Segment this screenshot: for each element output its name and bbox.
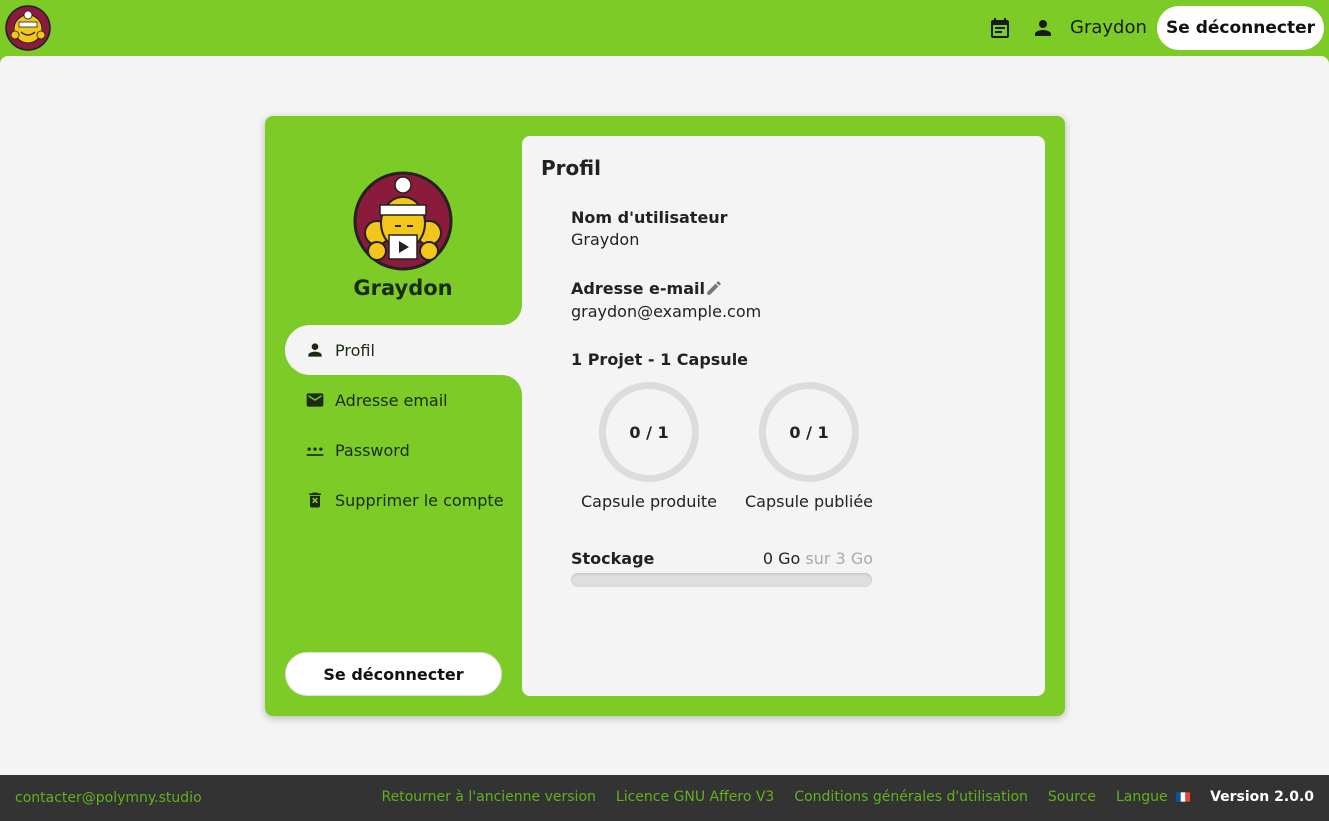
footer: contacter@polymny.studio Retourner à l'a…	[0, 775, 1329, 821]
storage-label: Stockage	[571, 549, 655, 568]
storage-used-value: 0 Go	[762, 549, 801, 568]
published-label: Capsule publiée	[744, 492, 873, 511]
storage-usage: 0 Go sur 3 Go	[763, 549, 873, 568]
username-value: Graydon	[571, 230, 640, 249]
french-flag-icon	[1176, 792, 1191, 802]
produced-progress-ring: 0 / 1	[599, 382, 699, 482]
top-bar: Graydon Se déconnecter	[0, 0, 1329, 56]
page-title: Profil	[541, 156, 601, 180]
polymny-logo-icon[interactable]	[5, 5, 51, 51]
email-value: graydon@example.com	[571, 302, 762, 321]
sidebar-item-label: Supprimer le compte	[335, 490, 504, 510]
footer-links: Retourner à l'ancienne version Licence G…	[382, 789, 1314, 805]
trash-icon	[305, 490, 325, 510]
sidebar-item-profil[interactable]: Profil	[285, 325, 522, 375]
edit-pencil-icon[interactable]	[705, 279, 723, 297]
sidebar-item-label: Profil	[335, 340, 375, 360]
language-label: Langue	[1116, 789, 1168, 805]
sidebar-item-supprimer-le-compte[interactable]: Supprimer le compte	[285, 475, 522, 525]
sidebar-item-password[interactable]: Password	[285, 425, 522, 475]
main-content: Graydon Profil Adresse email Password Su…	[0, 56, 1329, 775]
sidebar-username: Graydon	[353, 276, 453, 300]
published-count: 0 / 1	[789, 422, 829, 442]
published-progress-ring: 0 / 1	[759, 382, 859, 482]
storage-progress-bar	[571, 573, 872, 587]
produced-label: Capsule produite	[580, 492, 717, 511]
username-label: Nom d'utilisateur	[571, 208, 728, 227]
profile-card: Graydon Profil Adresse email Password Su…	[265, 116, 1065, 716]
avatar-icon	[353, 171, 453, 271]
version-label: Version 2.0.0	[1210, 789, 1314, 805]
storage-total-value: sur 3 Go	[805, 549, 873, 568]
sidebar-item-label: Password	[335, 440, 410, 460]
mail-icon	[305, 390, 325, 410]
active-tab-corner-top	[502, 305, 522, 325]
profile-panel: Profil Nom d'utilisateur Graydon Adresse…	[522, 136, 1045, 696]
contact-link[interactable]: contacter@polymny.studio	[15, 790, 202, 806]
person-icon	[305, 340, 325, 360]
topbar-logout-button[interactable]: Se déconnecter	[1157, 6, 1324, 50]
language-selector[interactable]: Langue	[1116, 789, 1191, 805]
projects-summary: 1 Projet - 1 Capsule	[571, 350, 749, 369]
produced-count: 0 / 1	[629, 422, 669, 442]
footer-link-license[interactable]: Licence GNU Affero V3	[616, 789, 774, 805]
sidebar-item-adresse-email[interactable]: Adresse email	[285, 375, 522, 425]
person-icon[interactable]	[1031, 16, 1055, 40]
email-label: Adresse e-mail	[571, 279, 705, 298]
password-icon	[305, 440, 325, 460]
footer-link-source[interactable]: Source	[1048, 789, 1096, 805]
footer-link-terms[interactable]: Conditions générales d'utilisation	[794, 789, 1028, 805]
footer-link-old-version[interactable]: Retourner à l'ancienne version	[382, 789, 596, 805]
calendar-icon[interactable]	[988, 16, 1012, 40]
topbar-username[interactable]: Graydon	[1070, 16, 1147, 40]
sidebar-logout-button[interactable]: Se déconnecter	[285, 652, 502, 696]
sidebar-item-label: Adresse email	[335, 390, 448, 410]
